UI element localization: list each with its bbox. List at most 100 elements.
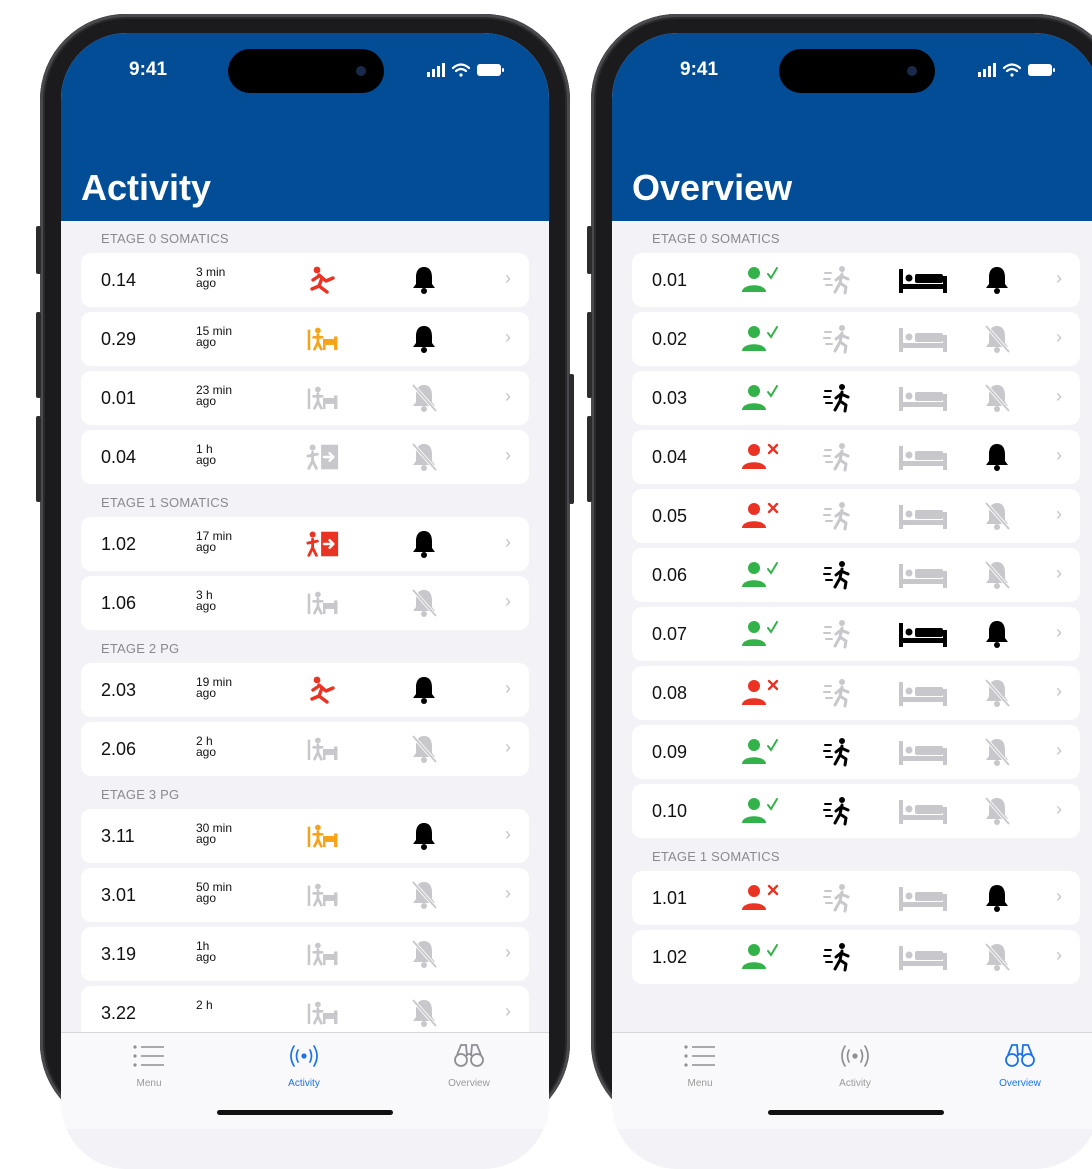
signal-icon (427, 63, 445, 77)
list-item[interactable]: 0.06 › (632, 548, 1080, 602)
room-number: 0.02 (652, 328, 688, 349)
action-button (36, 226, 41, 274)
section-header: ETAGE 2 PG (101, 641, 180, 656)
chevron-right-icon: › (505, 386, 511, 406)
person-check-icon (740, 618, 780, 650)
leave-bed-icon (306, 879, 340, 911)
person-x-icon (740, 882, 780, 914)
tab-menu[interactable]: Menu (650, 1041, 750, 1089)
room-number: 0.05 (652, 505, 688, 526)
list-item[interactable]: 0.05 › (632, 489, 1080, 543)
list-item[interactable]: 2.06 2 h ago › (81, 722, 529, 776)
list-item[interactable]: 3.22 2 h › (81, 986, 529, 1033)
room-number: 0.04 (652, 446, 688, 467)
activity-list[interactable]: ETAGE 0 SOMATICS 0.14 3 min ago › 0.29 15 min a… (81, 221, 529, 1033)
section-header: ETAGE 0 SOMATICS (101, 231, 229, 246)
list-item[interactable]: 0.07 › (632, 607, 1080, 661)
tab-activity[interactable]: Activity (805, 1041, 905, 1089)
tab-activity[interactable]: Activity (254, 1041, 354, 1089)
walking-icon (822, 441, 856, 473)
room-number: 1.02 (652, 946, 688, 967)
time-ago: 1h ago (196, 939, 217, 964)
room-number: 2.03 (101, 679, 137, 700)
walking-icon (822, 677, 856, 709)
broadcast-icon (835, 1045, 875, 1075)
list-item[interactable]: 0.03 › (632, 371, 1080, 425)
tab-menu[interactable]: Menu (99, 1041, 199, 1089)
chevron-right-icon: › (505, 737, 511, 757)
broadcast-icon (284, 1045, 324, 1075)
bed-icon (897, 323, 949, 355)
list-item[interactable]: 0.02 › (632, 312, 1080, 366)
section-header: ETAGE 0 SOMATICS (652, 231, 780, 246)
list-item[interactable]: 0.01 23 min ago › (81, 371, 529, 425)
time-ago: 3 h ago (196, 588, 217, 613)
page-title: Overview (632, 167, 793, 208)
list-item[interactable]: 1.02 › (632, 930, 1080, 984)
volume-up-button (36, 312, 41, 398)
person-check-icon (740, 795, 780, 827)
tab-overview[interactable]: Overview (419, 1041, 519, 1089)
bed-icon (897, 382, 949, 414)
list-item[interactable]: 0.29 15 min ago › (81, 312, 529, 366)
list-item[interactable]: 2.03 19 min ago › (81, 663, 529, 717)
tab-overview[interactable]: Overview (970, 1041, 1070, 1089)
chevron-right-icon: › (1056, 945, 1062, 965)
person-check-icon (740, 382, 780, 414)
home-indicator[interactable] (217, 1110, 393, 1115)
time-ago: 1 h ago (196, 442, 217, 467)
person-check-icon (740, 736, 780, 768)
tab-label: Activity (839, 1078, 871, 1089)
person-x-icon (740, 441, 780, 473)
walking-icon (822, 264, 856, 296)
chevron-right-icon: › (505, 268, 511, 288)
nav-bar: 9:41 Activity (61, 33, 549, 221)
room-number: 1.06 (101, 592, 137, 613)
leave-bed-icon (306, 938, 340, 970)
list-item[interactable]: 0.08 › (632, 666, 1080, 720)
list-item[interactable]: 1.02 17 min ago › (81, 517, 529, 571)
list-item[interactable]: 1.06 3 h ago › (81, 576, 529, 630)
room-number: 0.08 (652, 682, 688, 703)
status-icons (427, 60, 507, 80)
list-item[interactable]: 3.11 30 min ago › (81, 809, 529, 863)
list-item[interactable]: 3.19 1h ago › (81, 927, 529, 981)
bell-icon (407, 820, 441, 852)
time-ago: 23 min ago (196, 383, 233, 408)
bell-icon (407, 323, 441, 355)
nav-bar: 9:41 Overview (612, 33, 1092, 221)
bed-icon (897, 736, 949, 768)
time-ago: 2 h ago (196, 734, 217, 759)
bed-icon (897, 677, 949, 709)
overview-list[interactable]: ETAGE 0 SOMATICS 0.01 › 0.02 › 0.03 › 0.04 › 0.05… (632, 221, 1080, 1033)
chevron-right-icon: › (505, 1001, 511, 1021)
chevron-right-icon: › (505, 678, 511, 698)
list-item[interactable]: 0.09 › (632, 725, 1080, 779)
room-number: 0.10 (652, 800, 688, 821)
list-item[interactable]: 1.01 › (632, 871, 1080, 925)
wifi-icon (1002, 63, 1022, 77)
bed-icon (897, 882, 949, 914)
chevron-right-icon: › (505, 824, 511, 844)
person-check-icon (740, 559, 780, 591)
list-item[interactable]: 0.04 1 h ago › (81, 430, 529, 484)
home-indicator[interactable] (768, 1110, 944, 1115)
list-item[interactable]: 0.10 › (632, 784, 1080, 838)
list-item[interactable]: 0.04 › (632, 430, 1080, 484)
list-icon (132, 1045, 166, 1075)
wifi-icon (451, 63, 471, 77)
walking-icon (822, 323, 856, 355)
leave-bed-icon (306, 382, 340, 414)
leave-bed-icon (306, 733, 340, 765)
list-icon (683, 1045, 717, 1075)
chevron-right-icon: › (1056, 681, 1062, 701)
list-item[interactable]: 0.14 3 min ago › (81, 253, 529, 307)
bell-slash-icon (407, 938, 441, 970)
chevron-right-icon: › (1056, 445, 1062, 465)
volume-down-button (36, 416, 41, 502)
leave-bed-icon (306, 587, 340, 619)
bell-slash-icon (407, 382, 441, 414)
bed-icon (897, 559, 949, 591)
list-item[interactable]: 3.01 50 min ago › (81, 868, 529, 922)
list-item[interactable]: 0.01 › (632, 253, 1080, 307)
